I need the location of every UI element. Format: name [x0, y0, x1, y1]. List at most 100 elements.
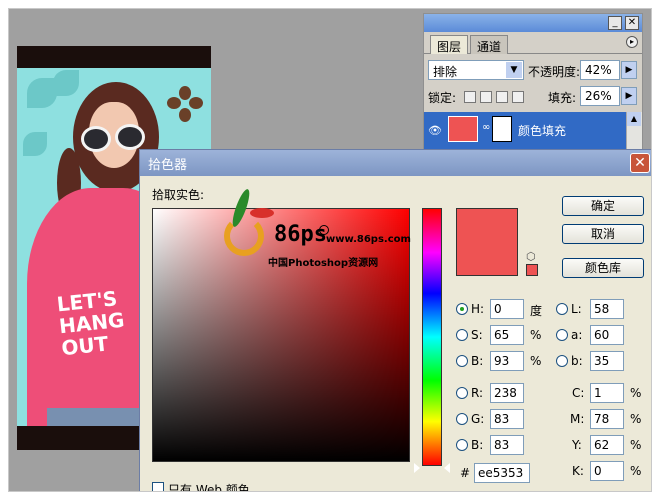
r-label: R: [471, 386, 484, 400]
panel-menu-icon[interactable]: ▸ [626, 36, 638, 48]
rgb-b-input[interactable]: 83 [490, 435, 524, 455]
y-unit: % [630, 438, 642, 452]
a-label: a: [571, 328, 583, 342]
m-input[interactable]: 78 [590, 409, 624, 429]
layers-panel: _ ✕ 图层 通道 ▸ 排除 ▼ 不透明度: 42% ▶ 锁定: 填充: 26%… [423, 13, 643, 150]
cube-icon[interactable]: ⬡ [526, 250, 536, 263]
close-icon[interactable]: ✕ [625, 16, 639, 30]
c-label: C: [572, 386, 585, 400]
b-label: B: [471, 354, 484, 368]
lock-move-icon[interactable] [496, 90, 508, 103]
h-input[interactable]: 0 [490, 299, 524, 319]
hex-input[interactable]: ee5353 [474, 463, 530, 483]
lock-brush-icon[interactable] [480, 90, 492, 103]
lab-b-radio[interactable] [556, 355, 568, 367]
flower-petal [23, 132, 47, 156]
l-input[interactable]: 58 [590, 299, 624, 319]
ok-button[interactable]: 确定 [562, 196, 644, 216]
eye-icon[interactable]: 👁 [428, 124, 442, 137]
panel-tabs: 图层 通道 ▸ [424, 32, 642, 54]
k-label: K: [572, 464, 584, 478]
saturation-radio[interactable] [456, 329, 468, 341]
dialog-title: 拾色器 [148, 158, 188, 173]
hue-slider[interactable] [422, 208, 442, 466]
opacity-input[interactable]: 42% [580, 60, 620, 80]
color-libraries-button[interactable]: 颜色库 [562, 258, 644, 278]
layer-item-color-fill[interactable]: 👁 ∞ 颜色填充 [424, 112, 626, 150]
logo-swirl [224, 216, 264, 256]
lab-b-input[interactable]: 35 [590, 351, 624, 371]
lab-l-radio[interactable] [556, 303, 568, 315]
k-unit: % [630, 464, 642, 478]
fill-label: 填充: [548, 91, 577, 105]
86ps-watermark: 86ps www.86ps.com 中国Photoshop资源网 [214, 180, 434, 290]
shirt-text: LET'S HANG OUT [55, 286, 126, 361]
minimize-icon[interactable]: _ [608, 16, 622, 30]
sunglasses-right [115, 124, 145, 150]
blend-mode-select[interactable]: 排除 ▼ [428, 60, 524, 80]
new-color-swatch [456, 208, 518, 276]
c-input[interactable]: 1 [590, 383, 624, 403]
g-input[interactable]: 83 [490, 409, 524, 429]
dialog-titlebar: 拾色器 ✕ [140, 150, 651, 176]
lab-a-radio[interactable] [556, 329, 568, 341]
jeans [47, 408, 147, 426]
tab-layers[interactable]: 图层 [430, 35, 469, 54]
fill-input[interactable]: 26% [580, 86, 620, 106]
lock-transparency-icon[interactable] [464, 90, 476, 103]
r-input[interactable]: 238 [490, 383, 524, 403]
watermark-chinese: 中国Photoshop资源网 [268, 258, 379, 269]
a-input[interactable]: 60 [590, 325, 624, 345]
lock-row: 锁定: 填充: 26% ▶ [428, 86, 638, 108]
blend-mode-value: 排除 [433, 65, 458, 79]
brightness-radio[interactable] [456, 355, 468, 367]
red-radio[interactable] [456, 387, 468, 399]
b-input[interactable]: 93 [490, 351, 524, 371]
hue-radio[interactable] [456, 303, 468, 315]
scroll-up-icon[interactable]: ▲ [627, 112, 641, 126]
hue-marker-left-icon[interactable] [414, 463, 420, 473]
k-input[interactable]: 0 [590, 461, 624, 481]
chevron-down-icon[interactable]: ▼ [506, 62, 522, 78]
layer-fill-thumbnail [448, 116, 478, 142]
cancel-button[interactable]: 取消 [562, 224, 644, 244]
blend-row: 排除 ▼ 不透明度: 42% ▶ [428, 60, 638, 82]
link-icon: ∞ [482, 122, 491, 133]
s-unit: % [530, 328, 542, 342]
web-colors-only-checkbox[interactable] [152, 482, 164, 491]
web-colors-only-label: 只有 Web 颜色 [168, 483, 250, 492]
watermark-url: www.86ps.com [326, 234, 411, 245]
h-unit: 度 [530, 304, 543, 318]
fill-arrow-icon[interactable]: ▶ [621, 87, 637, 105]
hue-marker-right-icon[interactable] [444, 463, 450, 473]
l-label: L: [571, 302, 582, 316]
h-label: H: [471, 302, 485, 316]
lock-icons [464, 89, 528, 103]
lab-b-label: b: [571, 354, 583, 368]
s-input[interactable]: 65 [490, 325, 524, 345]
m-unit: % [630, 412, 642, 426]
layer-mask-thumbnail [492, 116, 512, 142]
m-label: M: [570, 412, 585, 426]
rgb-b-label: B: [471, 438, 484, 452]
flower-decoration [167, 86, 203, 122]
c-unit: % [630, 386, 642, 400]
panel-titlebar: _ ✕ [424, 14, 642, 32]
blue-radio[interactable] [456, 439, 468, 451]
s-label: S: [471, 328, 483, 342]
watermark-brand: 86ps [274, 222, 327, 247]
lock-all-icon[interactable] [512, 90, 524, 103]
layers-scrollbar[interactable]: ▲ [626, 112, 642, 150]
photoshop-workspace: LET'S HANG OUT _ ✕ 图层 通道 ▸ 排除 ▼ 不透明度: 42… [8, 8, 652, 492]
flower-petal [53, 70, 79, 96]
b-unit: % [530, 354, 542, 368]
logo-leaf [250, 208, 274, 218]
hex-hash-label: # [460, 466, 471, 480]
y-input[interactable]: 62 [590, 435, 624, 455]
tab-channels[interactable]: 通道 [470, 35, 509, 54]
y-label: Y: [572, 438, 582, 452]
opacity-arrow-icon[interactable]: ▶ [621, 61, 637, 79]
green-radio[interactable] [456, 413, 468, 425]
close-icon[interactable]: ✕ [630, 153, 650, 173]
web-safe-swatch[interactable] [526, 264, 538, 276]
